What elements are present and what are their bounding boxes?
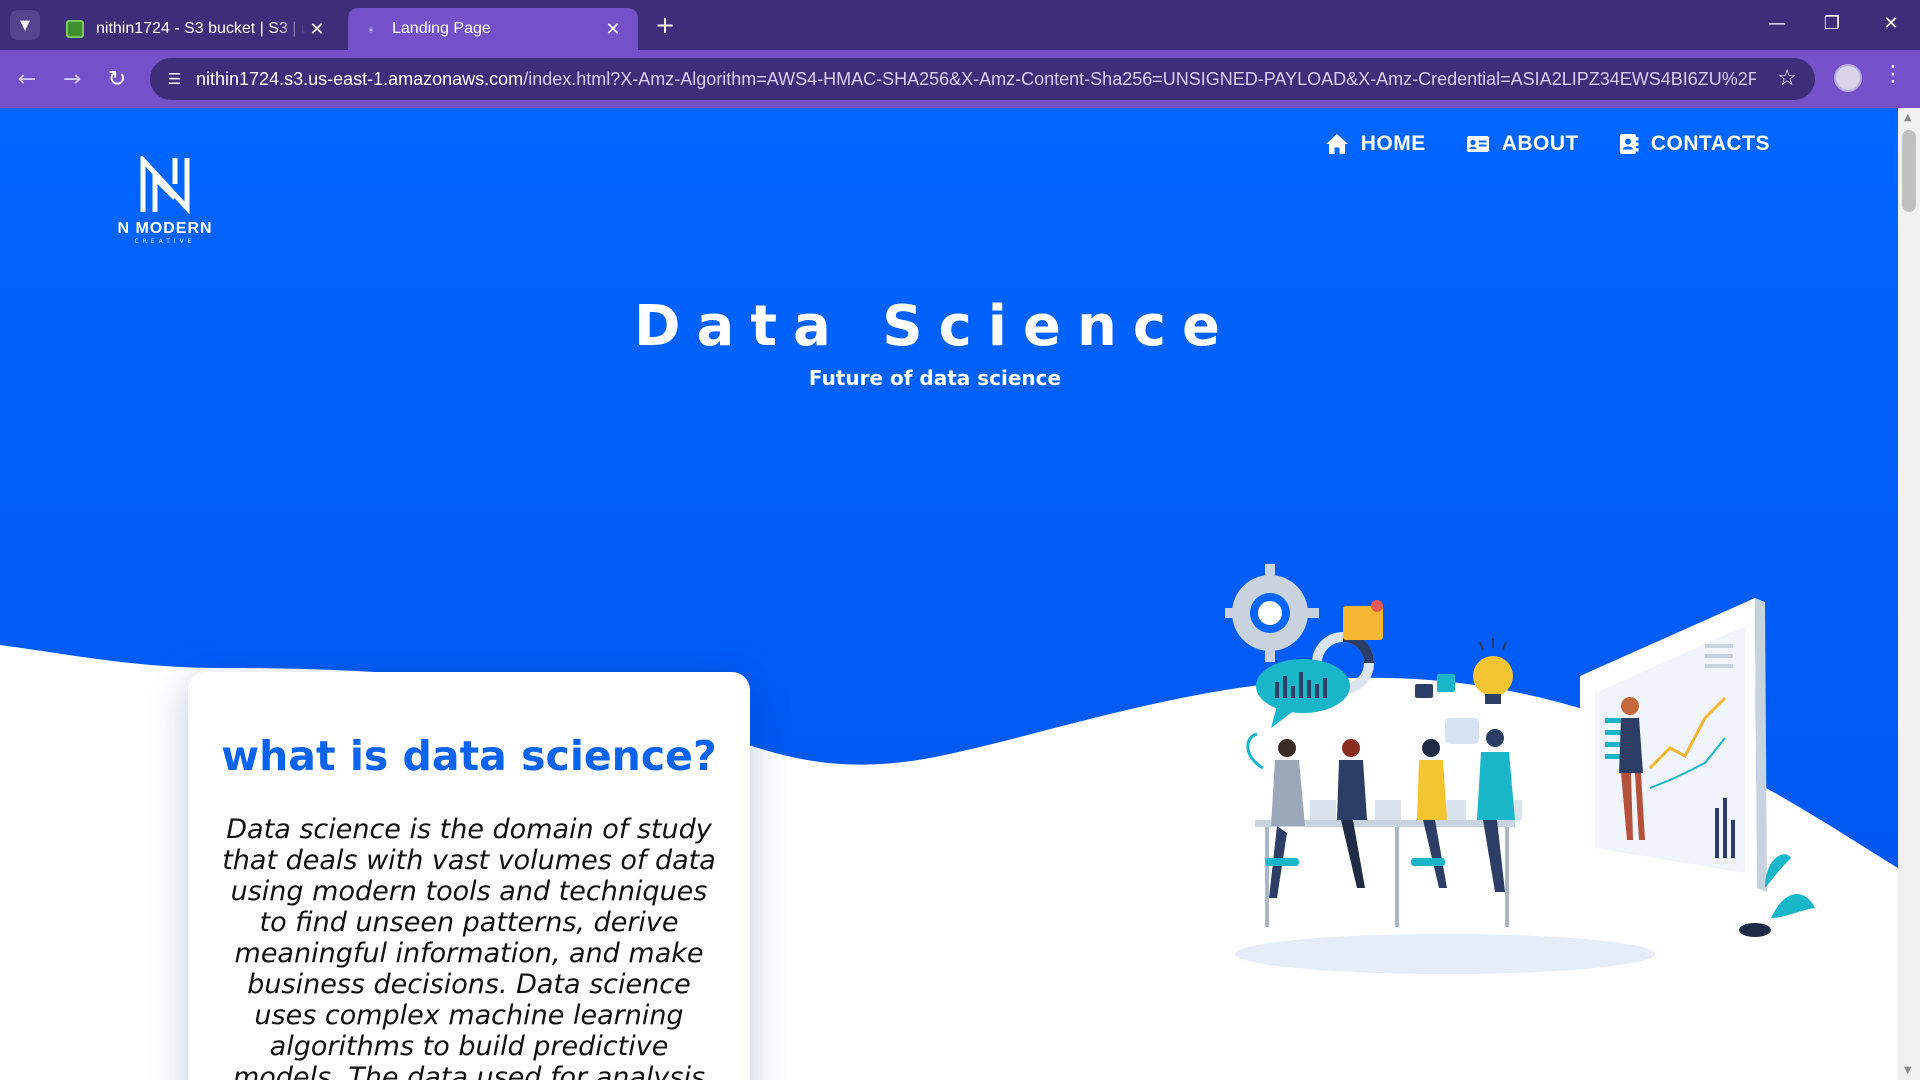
forward-button[interactable]: →: [55, 62, 89, 96]
url-text[interactable]: nithin1724.s3.us-east-1.amazonaws.com/in…: [196, 69, 1756, 90]
browser-menu-icon[interactable]: ⋮: [1880, 62, 1906, 96]
main-nav: HOME ABOUT CONTACTS: [1325, 132, 1770, 156]
scroll-down-icon[interactable]: ▼: [1904, 1065, 1912, 1076]
close-icon[interactable]: ✕: [306, 19, 328, 40]
url-path: /index.html?X-Amz-Algorithm=AWS4-HMAC-SH…: [523, 68, 1756, 89]
nav-contacts[interactable]: CONTACTS: [1619, 132, 1770, 156]
tab-title: nithin1724 - S3 bucket | S3 | us-east-1: [96, 20, 306, 37]
site-settings-icon[interactable]: ☰: [168, 70, 196, 88]
browser-toolbar: ← → ↻ ☰ nithin1724.s3.us-east-1.amazonaw…: [0, 50, 1920, 108]
back-button[interactable]: ←: [10, 62, 44, 96]
card-body: Data science is the domain of study that…: [222, 814, 716, 1080]
n-modern-logo-mark: [140, 153, 190, 215]
nav-about-label: ABOUT: [1501, 132, 1579, 155]
logo-name: N MODERN: [117, 220, 213, 237]
tab-landing-page[interactable]: ⁎ Landing Page ✕: [348, 8, 638, 50]
nav-home-label: HOME: [1360, 132, 1426, 155]
info-card: what is data science? Data science is th…: [188, 672, 750, 1080]
gear-icon: [1225, 564, 1319, 662]
nav-home[interactable]: HOME: [1325, 132, 1426, 156]
arrow-right-icon: →: [62, 66, 82, 92]
profile-avatar[interactable]: [1834, 64, 1862, 92]
reload-button[interactable]: ↻: [100, 62, 134, 96]
scroll-thumb[interactable]: [1902, 130, 1916, 212]
nav-about[interactable]: ABOUT: [1466, 132, 1579, 156]
scroll-up-icon[interactable]: ▲: [1904, 112, 1912, 123]
chevron-down-icon: ▼: [20, 17, 30, 33]
s3-bucket-icon: [66, 20, 84, 38]
new-tab-button[interactable]: +: [650, 10, 680, 40]
minimize-button[interactable]: —: [1757, 8, 1797, 38]
window-close-button[interactable]: ✕: [1871, 8, 1911, 38]
page-scrollbar[interactable]: ▲ ▼: [1898, 108, 1920, 1080]
bookmark-star-icon[interactable]: ☆: [1777, 66, 1797, 91]
reload-icon: ↻: [107, 66, 127, 92]
card-title: what is data science?: [221, 732, 717, 780]
data-team-illustration: [1225, 564, 1815, 974]
close-icon[interactable]: ✕: [602, 19, 624, 40]
tab-search-button[interactable]: ▼: [10, 10, 40, 40]
page-icon: ⁎: [368, 23, 374, 35]
restore-button[interactable]: ❐: [1812, 8, 1852, 38]
tab-s3-bucket[interactable]: nithin1724 - S3 bucket | S3 | us-east-1 …: [52, 8, 342, 50]
logo[interactable]: N MODERN CREATIVE: [110, 153, 220, 256]
nav-contacts-label: CONTACTS: [1650, 132, 1770, 155]
browser-tabstrip: ▼ nithin1724 - S3 bucket | S3 | us-east-…: [0, 0, 1920, 50]
id-card-icon: [1466, 136, 1489, 152]
landing-page: N MODERN CREATIVE HOME ABOUT CONTACTS Da…: [0, 108, 1898, 1080]
hero-subtitle: Future of data science: [808, 366, 1062, 390]
arrow-left-icon: ←: [17, 66, 37, 92]
hero-title: Data Science: [633, 294, 1237, 359]
logo-tagline: CREATIVE: [134, 238, 196, 245]
url-host: nithin1724.s3.us-east-1.amazonaws.com: [196, 68, 524, 89]
contact-book-icon: [1619, 134, 1639, 154]
address-bar[interactable]: ☰ nithin1724.s3.us-east-1.amazonaws.com/…: [150, 58, 1815, 100]
home-icon: [1325, 134, 1348, 154]
tab-title: Landing Page: [392, 20, 491, 37]
